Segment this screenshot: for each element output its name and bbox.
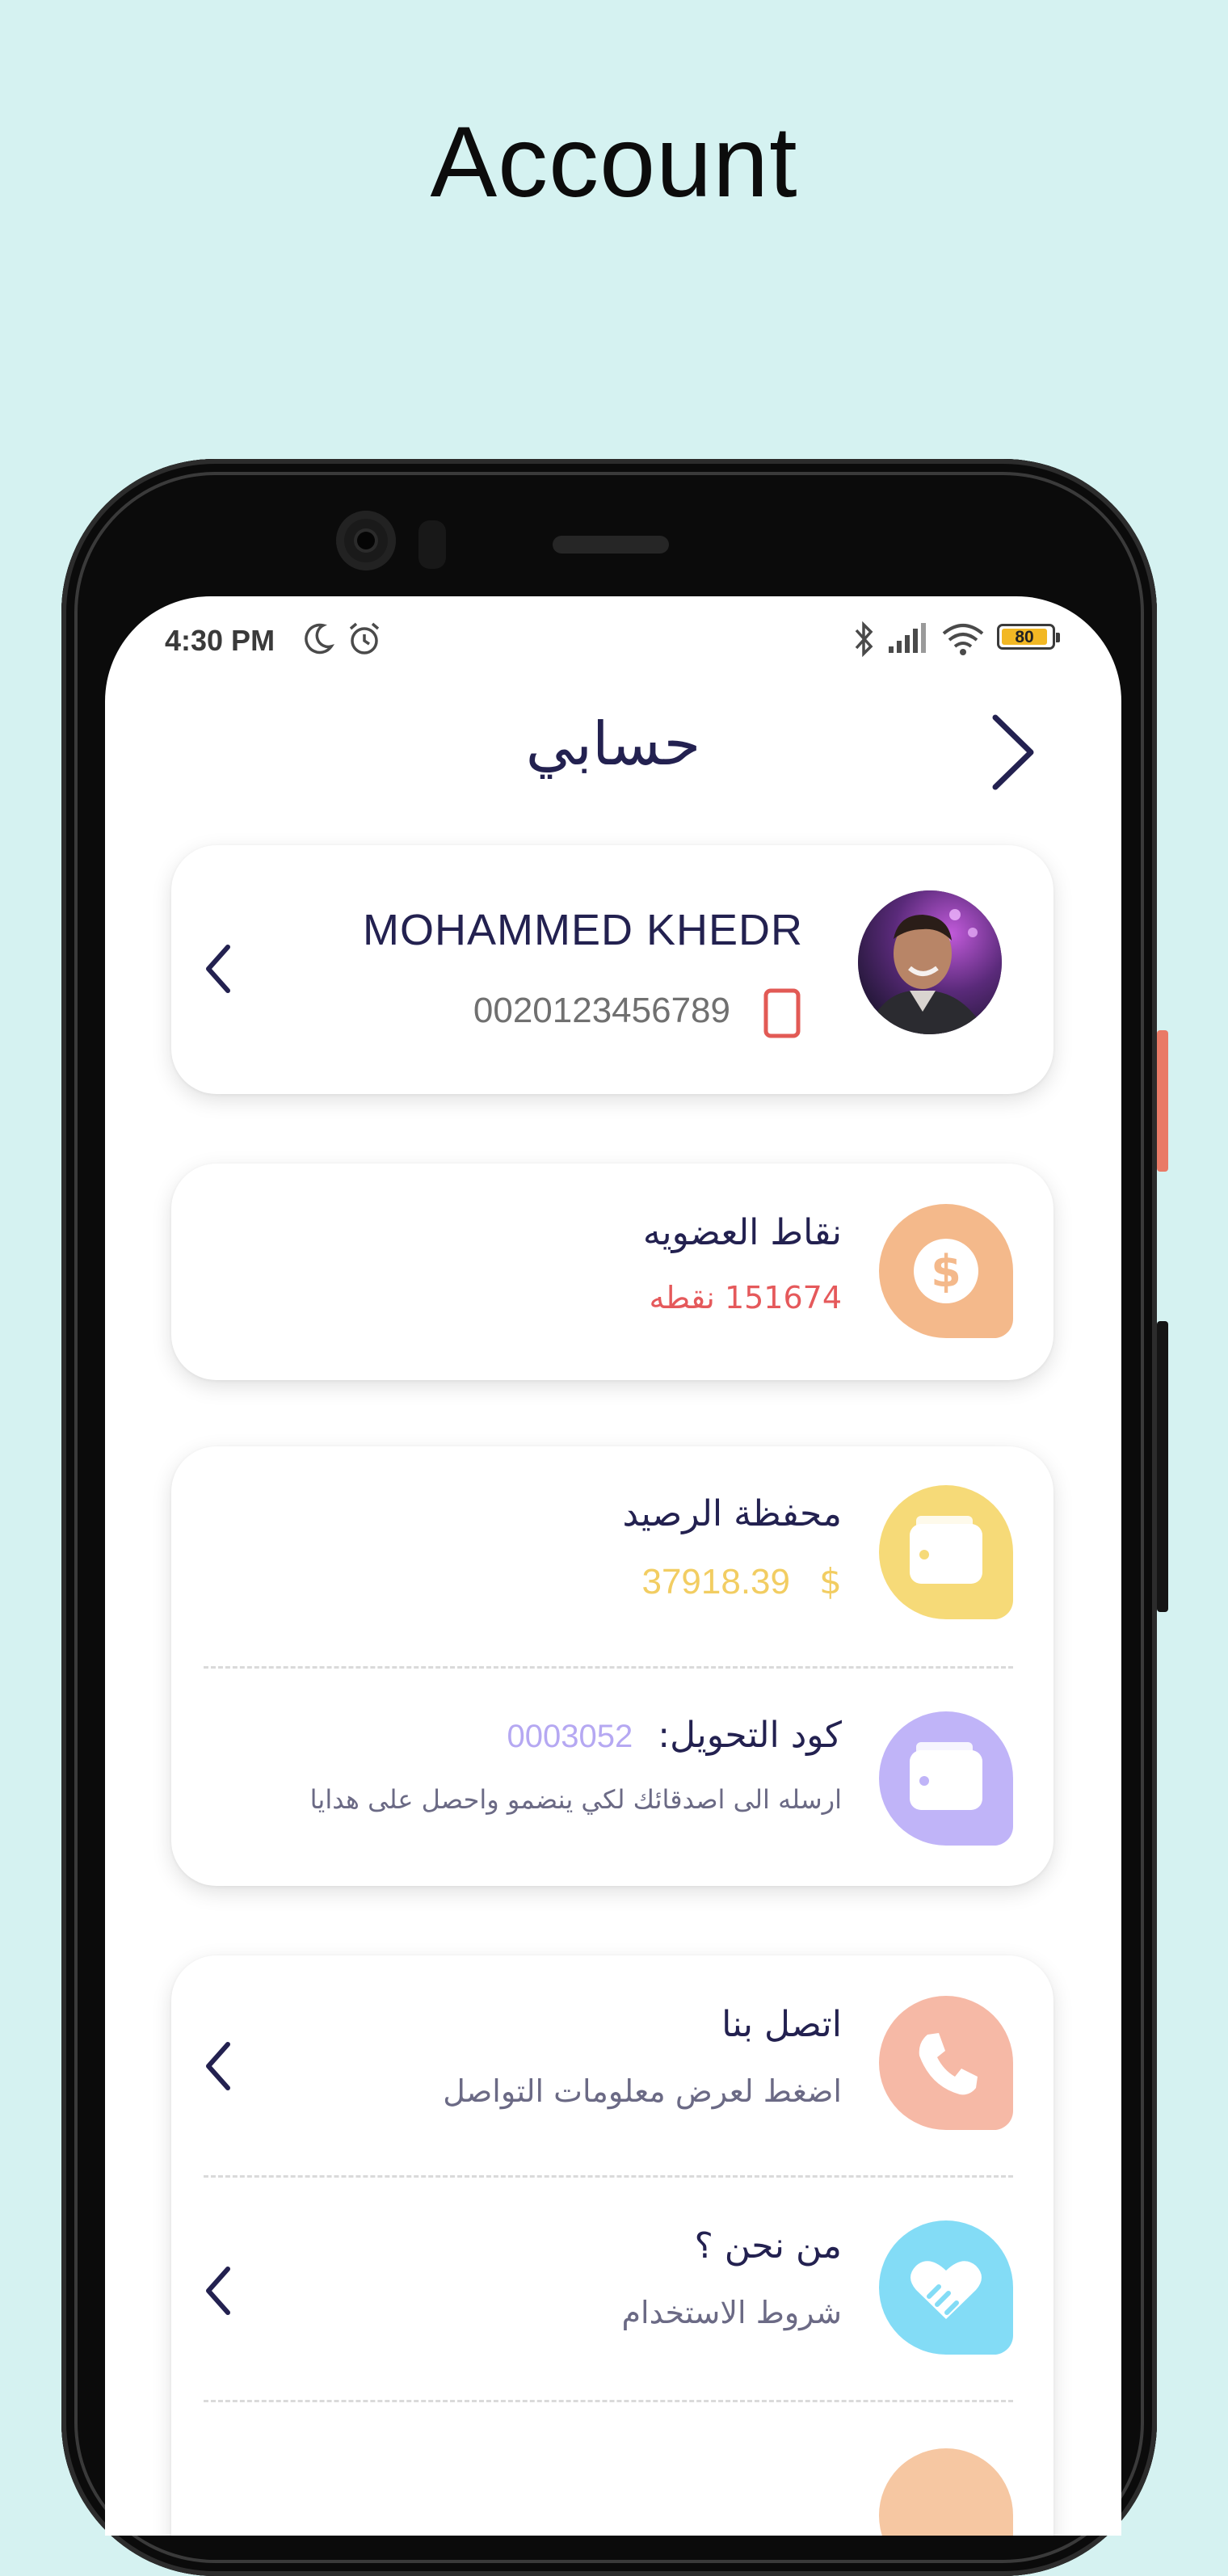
signal-icon xyxy=(889,623,926,653)
proximity-sensor xyxy=(418,520,446,569)
referral-hint: ارسله الى اصدقائك لكي ينضمو واحصل على هد… xyxy=(309,1784,842,1815)
page-headline: Account xyxy=(430,107,798,218)
contact-subtitle: اضغط لعرض معلومات التواصل xyxy=(443,2073,842,2109)
moon-icon xyxy=(305,623,335,655)
profile-name: MOHAMMED KHEDR xyxy=(362,906,803,954)
wallet-icon xyxy=(879,1485,1013,1619)
points-card[interactable]: نقاط العضويه 151674 نقطه $ xyxy=(171,1164,1053,1380)
dollar-coin-icon: $ xyxy=(879,1204,1013,1338)
wifi-icon xyxy=(942,624,984,655)
page-title: حسابي xyxy=(525,709,701,779)
status-bar: 4:30 PM 80 xyxy=(105,596,1121,687)
points-value: 151674 نقطه xyxy=(649,1280,843,1315)
divider xyxy=(204,2400,1013,2402)
svg-text:$: $ xyxy=(931,1246,961,1297)
battery-icon: 80 xyxy=(997,624,1060,650)
contact-title: اتصل بنا xyxy=(721,2004,842,2045)
earpiece-speaker xyxy=(553,536,669,554)
app-screen: 4:30 PM 80 حسابي MOHAMMED KHEDR 00201234… xyxy=(105,596,1121,2536)
referral-label: كود التحويل: xyxy=(658,1715,842,1756)
about-subtitle: شروط الاستخدام xyxy=(621,2295,842,2330)
referral-row: 0003052 كود التحويل: xyxy=(507,1715,842,1756)
info-card: اتصل بنا اضغط لعرض معلومات التواصل من نح… xyxy=(171,1955,1053,2536)
alarm-icon xyxy=(349,622,380,655)
volume-button xyxy=(1157,1321,1168,1612)
wallet-currency: $ xyxy=(819,1561,842,1602)
wallet-card[interactable]: محفظة الرصيد 37918.39 $ 0003052 كود التح… xyxy=(171,1446,1053,1886)
points-title: نقاط العضويه xyxy=(642,1212,842,1253)
profile-card[interactable]: MOHAMMED KHEDR 0020123456789 xyxy=(171,845,1053,1094)
front-camera xyxy=(336,511,396,570)
mobile-phone-icon xyxy=(763,988,801,1038)
bluetooth-icon xyxy=(855,621,873,658)
more-item-icon xyxy=(879,2448,1013,2536)
wallet-title: محفظة الرصيد xyxy=(622,1493,842,1534)
phone-call-icon xyxy=(879,1996,1013,2130)
wallet-amount: 37918.39 xyxy=(641,1562,790,1602)
chevron-right-icon[interactable] xyxy=(978,708,1050,797)
handshake-heart-icon xyxy=(879,2220,1013,2355)
about-row[interactable]: من نحن ؟ شروط الاستخدام xyxy=(171,2180,1053,2398)
profile-phone: 0020123456789 xyxy=(473,991,730,1030)
battery-level: 80 xyxy=(1015,628,1034,646)
chevron-left-icon[interactable] xyxy=(199,2038,239,2094)
wallet-icon xyxy=(879,1711,1013,1846)
about-title: من نحن ؟ xyxy=(694,2225,842,2267)
chevron-left-icon[interactable] xyxy=(199,941,239,997)
chevron-left-icon[interactable] xyxy=(199,2262,239,2319)
contact-row[interactable]: اتصل بنا اضغط لعرض معلومات التواصل xyxy=(171,1955,1053,2174)
status-time: 4:30 PM xyxy=(165,624,275,657)
divider xyxy=(204,2175,1013,2178)
wallet-balance: 37918.39 $ xyxy=(641,1561,842,1602)
referral-code[interactable]: 0003052 xyxy=(507,1719,633,1754)
power-button xyxy=(1157,1030,1168,1172)
divider xyxy=(204,1666,1013,1669)
user-avatar[interactable] xyxy=(858,890,1002,1034)
